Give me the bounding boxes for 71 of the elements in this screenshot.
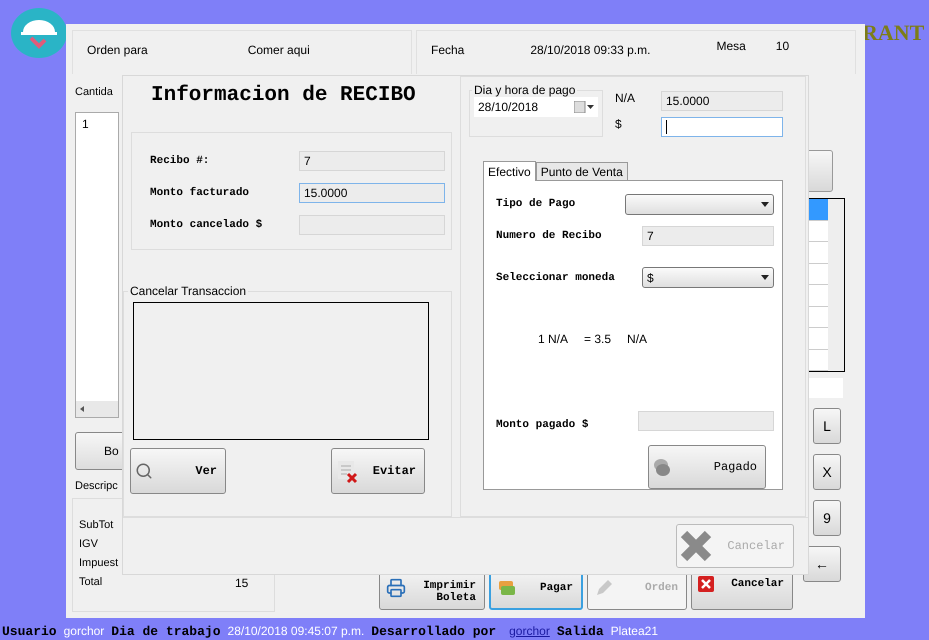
text-field[interactable]: 7 (299, 151, 445, 171)
summary-label: SubTot (79, 519, 114, 531)
text-field[interactable]: 7 (642, 226, 774, 246)
status-label: Usuario (2, 624, 57, 638)
status-value: 28/10/2018 09:45:07 p.m. (228, 624, 364, 638)
field-value: 28/10/2018 09:33 p.m. (530, 43, 650, 57)
field-label: Fecha (431, 43, 464, 57)
key-button[interactable]: 9 (813, 500, 841, 536)
status-label: Dia de trabajo (111, 624, 221, 638)
column-header: Cantida (75, 86, 113, 98)
dropdown-arrow-icon (761, 202, 769, 207)
vertical-scrollbar[interactable] (828, 199, 844, 371)
group-title: Dia y hora de pago (473, 83, 576, 97)
currency-label: N/A (615, 91, 636, 105)
currency-label: $ (615, 117, 623, 131)
key-button[interactable]: L (813, 408, 841, 444)
field-label: Orden para (87, 43, 148, 57)
field-value: 10 (776, 39, 790, 53)
text-field[interactable]: 15.0000 (661, 91, 783, 111)
status-label: Salida (556, 624, 604, 638)
horizontal-scrollbar[interactable] (76, 401, 118, 417)
pencil-icon (594, 578, 614, 598)
key-button[interactable]: X (813, 454, 841, 490)
text-field[interactable] (638, 411, 774, 431)
summary-label: IGV (79, 538, 99, 550)
list-item[interactable]: 1 (82, 117, 89, 131)
scroll-left-icon (80, 406, 84, 412)
user-link[interactable]: gorchor (509, 624, 550, 638)
text-field[interactable] (661, 117, 783, 137)
dialog-button[interactable]: Ver (130, 448, 226, 494)
dialog-title: Informacion de RECIBO (151, 84, 417, 109)
summary-value: 15 (235, 576, 248, 590)
coins-icon (653, 457, 671, 477)
tab[interactable]: Efectivo (483, 161, 536, 181)
field-label: Monto cancelado $ (150, 219, 262, 231)
date-picker[interactable]: 28/10/2018 (474, 97, 598, 117)
text-field[interactable] (299, 215, 445, 235)
close-icon (698, 576, 714, 592)
text-area[interactable] (133, 302, 429, 440)
paid-button[interactable]: Pagado (648, 445, 766, 489)
document-delete-icon (336, 458, 360, 484)
status-label: Desarrollado por (371, 624, 496, 638)
section-label: Descripc (75, 480, 118, 492)
dropdown[interactable]: $ (642, 267, 774, 288)
logo-icon (11, 8, 67, 58)
field-label: Tipo de Pago (496, 198, 576, 210)
tab[interactable]: Punto de Venta (536, 162, 628, 180)
rate-text: N/A (627, 332, 648, 346)
field-label: Recibo #: (150, 155, 210, 167)
group-title: Cancelar Transaccion (129, 284, 248, 298)
rate-text: 1 N/A (538, 332, 568, 346)
rate-text: = 3.5 (584, 332, 612, 346)
dropdown-arrow-icon (761, 275, 769, 280)
field-label: Seleccionar moneda (496, 272, 615, 284)
status-value: gorchor (64, 624, 104, 638)
dialog-button[interactable]: Evitar (331, 448, 425, 494)
dropdown[interactable] (625, 194, 774, 215)
field-value: Comer aqui (248, 43, 310, 57)
calendar-icon (574, 101, 594, 113)
field-label: Mesa (716, 39, 746, 53)
search-icon (135, 462, 153, 480)
text-field[interactable]: 15.0000 (299, 183, 445, 203)
close-icon (679, 529, 713, 563)
field-label: Monto facturado (150, 187, 250, 199)
field-label: Numero de Recibo (496, 230, 602, 242)
summary-label: Impuest (79, 557, 119, 569)
summary-label: Total (79, 576, 104, 588)
status-value: Platea21 (610, 624, 658, 638)
brand-title: RANT (862, 20, 924, 46)
field-label: Monto pagado $ (496, 419, 588, 431)
printer-icon (386, 578, 406, 598)
